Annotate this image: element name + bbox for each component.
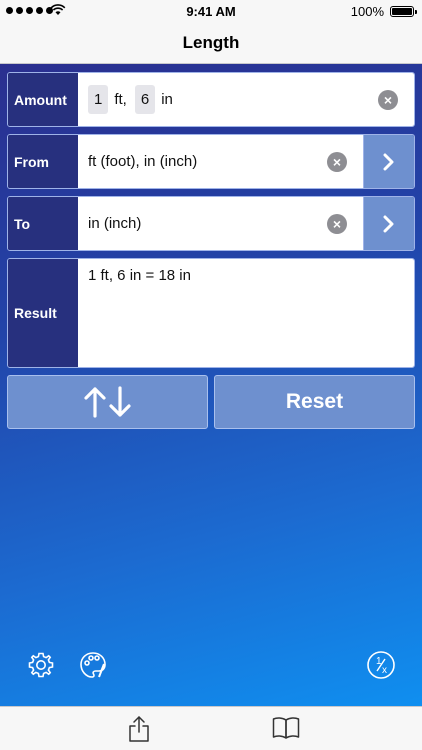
clear-icon: × <box>332 215 342 232</box>
clear-icon: × <box>332 153 342 170</box>
clear-icon: × <box>383 91 393 108</box>
to-field[interactable]: in (inch) × <box>78 197 363 250</box>
from-clear-button[interactable]: × <box>327 151 347 172</box>
amount-feet-unit: ft, <box>114 91 127 108</box>
result-row: Result 1 ft, 6 in = 18 in <box>7 258 415 368</box>
from-value: ft (foot), in (inch) <box>88 153 198 170</box>
amount-label: Amount <box>8 73 78 126</box>
chevron-right-icon <box>383 153 394 170</box>
amount-feet-value[interactable]: 1 <box>88 85 109 114</box>
chevron-right-icon <box>383 215 394 232</box>
amount-input[interactable]: 1 ft, 6 in × <box>78 73 414 126</box>
battery-percent: 100% <box>350 4 384 19</box>
amount-row: Amount 1 ft, 6 in × <box>7 72 415 127</box>
reset-button[interactable]: Reset <box>214 375 415 429</box>
to-row: To in (inch) × <box>7 196 415 251</box>
from-label: From <box>8 135 78 188</box>
swap-arrows-icon <box>83 386 131 418</box>
share-icon[interactable] <box>128 715 150 743</box>
gear-icon[interactable] <box>26 650 56 680</box>
from-select-button[interactable] <box>363 135 414 188</box>
amount-clear-button[interactable]: × <box>378 89 398 110</box>
nav-bar: Length <box>0 22 422 64</box>
to-value: in (inch) <box>88 215 142 232</box>
page-title: Length <box>182 32 240 52</box>
battery-icon <box>390 6 417 17</box>
tab-bar <box>0 706 422 750</box>
fraction-icon[interactable]: 1 x <box>366 650 396 680</box>
status-bar: 9:41 AM 100% <box>0 0 422 22</box>
result-output[interactable]: 1 ft, 6 in = 18 in <box>78 259 414 367</box>
result-value: 1 ft, 6 in = 18 in <box>88 267 191 284</box>
swap-units-button[interactable] <box>7 375 208 429</box>
converter-panel: Amount 1 ft, 6 in × From ft (foot), in (… <box>0 64 422 706</box>
to-label: To <box>8 197 78 250</box>
to-select-button[interactable] <box>363 197 414 250</box>
from-field[interactable]: ft (foot), in (inch) × <box>78 135 363 188</box>
from-row: From ft (foot), in (inch) × <box>7 134 415 189</box>
result-label: Result <box>8 259 78 367</box>
palette-icon[interactable] <box>78 650 108 680</box>
book-icon[interactable] <box>272 716 300 740</box>
to-clear-button[interactable]: × <box>327 213 347 234</box>
amount-inch-unit: in <box>161 91 173 108</box>
svg-text:x: x <box>382 665 387 676</box>
amount-inch-value[interactable]: 6 <box>134 85 156 114</box>
